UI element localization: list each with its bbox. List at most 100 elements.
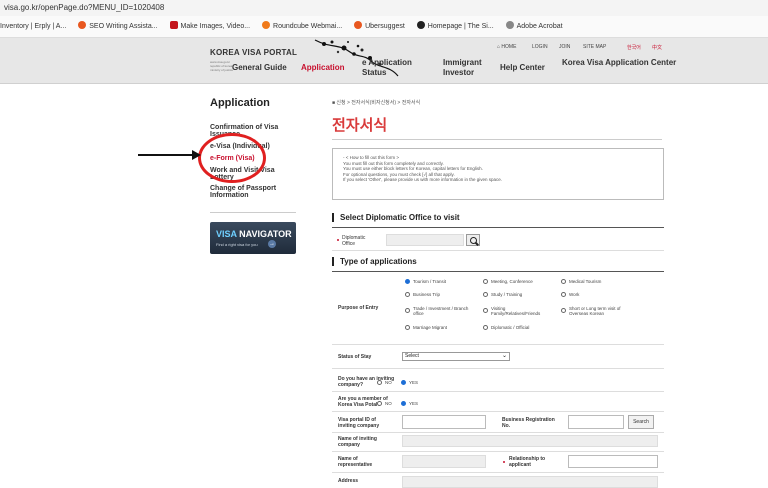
bookmark-images[interactable]: Make Images, Video...	[169, 16, 250, 37]
option-label: Tourism / Transit	[413, 279, 447, 284]
status-of-stay-label: Status of Stay	[338, 354, 372, 360]
row-rule	[332, 472, 664, 473]
radio-member-no[interactable]	[377, 401, 382, 406]
representative-field[interactable]	[402, 455, 486, 468]
radio-inviting-yes[interactable]	[401, 380, 406, 385]
radio-visiting[interactable]	[483, 308, 488, 313]
radio-overseas-korean[interactable]	[561, 308, 566, 313]
option-label: Business Trip	[413, 292, 441, 297]
radio-tourism[interactable]	[405, 279, 410, 284]
address-bar[interactable]: visa.go.kr/openPage.do?MENU_ID=1020408	[0, 0, 768, 16]
pointer-arrow-annotation	[138, 154, 194, 156]
option-label: Meeting, Conference	[491, 279, 533, 284]
nav-sitemap[interactable]: SITE MAP	[583, 44, 606, 50]
option-label: YES	[409, 401, 419, 406]
homepage-icon	[416, 21, 425, 29]
seo-icon	[78, 21, 87, 29]
lang-chinese[interactable]: 中文	[652, 44, 662, 51]
row-rule	[332, 451, 664, 452]
bookmark-homepage[interactable]: Homepage | The Si...	[416, 16, 494, 37]
radio-marriage[interactable]	[405, 325, 410, 330]
nav-application-status[interactable]: e Application Status	[362, 58, 412, 78]
title-divider	[332, 139, 662, 140]
nav-join[interactable]: JOIN	[559, 44, 570, 50]
radio-study[interactable]	[483, 292, 488, 297]
option-label: NO	[385, 380, 392, 385]
nav-general-guide[interactable]: General Guide	[232, 63, 287, 73]
search-icon[interactable]	[466, 234, 480, 246]
inviting-company-name-label: Name of inviting company	[338, 436, 377, 448]
page-title: 전자서식	[332, 117, 388, 134]
section-rule	[332, 227, 664, 228]
sidebar-item-passport[interactable]: Change of Passport Information	[210, 185, 290, 199]
diplomatic-office-field[interactable]	[386, 234, 464, 246]
radio-diplomatic[interactable]	[483, 325, 488, 330]
radio-work[interactable]	[561, 292, 566, 297]
row-rule	[332, 391, 664, 392]
bookmark-ubersuggest[interactable]: Ubersuggest	[354, 16, 405, 37]
business-registration-label: Business Registration No.	[502, 417, 555, 429]
option-label: Diplomatic / Official	[491, 325, 530, 330]
sidebar-title: Application	[210, 97, 270, 109]
lang-korean[interactable]: 한국어	[627, 44, 641, 51]
option-label: Work	[569, 292, 580, 297]
globe-icon	[505, 21, 514, 29]
radio-inviting-no[interactable]	[377, 380, 382, 385]
portal-id-input[interactable]	[402, 415, 486, 429]
nav-login[interactable]: LOGIN	[532, 44, 548, 50]
section-rule	[332, 271, 664, 272]
visa-navigator-title-a: VISA	[216, 229, 237, 239]
required-dot-icon	[337, 239, 339, 241]
representative-label: Name of representative	[338, 456, 373, 468]
nav-home[interactable]: ⌂ HOME	[497, 44, 516, 50]
radio-member-yes[interactable]	[401, 401, 406, 406]
option-label: Study / Training	[491, 292, 523, 297]
arrow-head-icon	[192, 150, 201, 160]
howto-notice-box: - < How to fill out this form > You must…	[332, 148, 664, 200]
site-logo[interactable]: KOREA VISA PORTAL	[210, 48, 297, 57]
images-icon	[169, 21, 178, 29]
bookmark-seo[interactable]: SEO Writing Assista...	[78, 16, 158, 37]
row-rule	[332, 344, 664, 345]
site-header: KOREA VISA PORTAL www.visa.go.kr republi…	[0, 38, 768, 84]
relationship-label: Relationship to applicant	[509, 456, 546, 468]
radio-meeting[interactable]	[483, 279, 488, 284]
option-label: Marriage Migrant	[413, 325, 448, 330]
relationship-input[interactable]	[568, 455, 658, 468]
visa-navigator-subtitle: Find a right visa for you	[216, 242, 258, 247]
breadcrumb: ■ 신청 > 전자서식(비자신청서) > 전자서식	[332, 100, 421, 106]
bookmark-acrobat[interactable]: Adobe Acrobat	[505, 16, 563, 37]
sidebar-divider	[210, 212, 296, 213]
chevron-down-icon: ⌄	[501, 353, 507, 359]
nav-immigrant-investor[interactable]: Immigrant Investor	[443, 58, 482, 78]
purpose-of-entry-label: Purpose of Entry	[338, 305, 379, 311]
inviting-company-name-field[interactable]	[402, 435, 658, 447]
option-label: Short or Long term visit of Overseas Kore…	[569, 306, 621, 316]
option-label: YES	[409, 380, 419, 385]
radio-trade[interactable]	[405, 308, 410, 313]
required-dot-icon	[503, 461, 505, 463]
row-rule	[332, 368, 664, 369]
address-field[interactable]	[402, 476, 658, 488]
diplomatic-office-label: Diplomatic Office	[342, 235, 366, 247]
portal-id-label: Visa portal ID of inviting company	[338, 417, 380, 429]
row-rule	[332, 411, 664, 412]
nav-korea-visa-center[interactable]: Korea Visa Application Center	[562, 58, 676, 68]
option-label: Visiting Family/Relatives/Friends	[491, 306, 541, 316]
section-heading-office: Select Diplomatic Office to visit	[332, 213, 460, 222]
radio-business-trip[interactable]	[405, 292, 410, 297]
row-rule	[332, 250, 664, 251]
nav-help-center[interactable]: Help Center	[500, 63, 545, 73]
arrow-right-icon[interactable]: →	[268, 240, 276, 248]
radio-medical[interactable]	[561, 279, 566, 284]
address-label: Address	[338, 478, 359, 484]
bookmark-roundcube[interactable]: Roundcube Webmai...	[262, 16, 342, 37]
visa-navigator-banner[interactable]: VISA NAVIGATOR Find a right visa for you…	[210, 222, 296, 254]
bookmark-erply[interactable]: Inventory | Erply | A...	[0, 16, 66, 37]
status-of-stay-select[interactable]: Select ⌄	[402, 352, 510, 361]
ubersuggest-icon	[354, 21, 363, 29]
option-label: Medical Tourism	[569, 279, 602, 284]
search-button[interactable]: Search	[628, 415, 654, 429]
business-registration-input[interactable]	[568, 415, 624, 429]
nav-application[interactable]: Application	[301, 63, 345, 73]
